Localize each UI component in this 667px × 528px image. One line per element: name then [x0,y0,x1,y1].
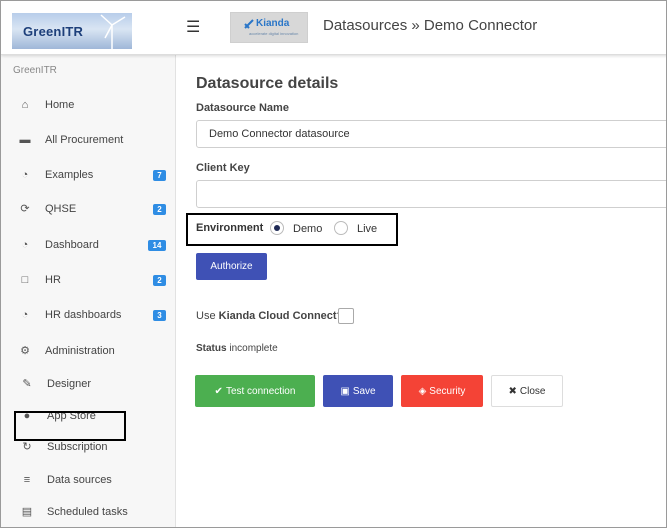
sidebar: GreenITR ⌂ Home ▬ All Procurement ◔ Exam… [1,55,176,527]
cloud-connect-prefix: Use [196,310,219,322]
gauge-icon: ◔ [21,309,29,321]
test-connection-button[interactable]: ✔ Test connection [195,375,315,407]
sidebar-item-label: Home [45,99,75,111]
tasks-icon: ▤ [21,506,33,518]
cart-icon: ▬ [19,134,31,146]
sidebar-item-hr[interactable]: □ HR 2 [1,266,176,296]
security-button[interactable]: ◈ Security [401,375,483,407]
sidebar-item-scheduled-tasks[interactable]: ▤ Scheduled tasks [1,498,176,527]
datasource-name-label: Datasource Name [196,102,289,114]
section-title: Datasource details [196,75,339,92]
database-icon: ≡ [23,474,31,486]
close-icon: ✖ [508,385,517,397]
refresh-icon: ⟳ [20,203,30,215]
highlight-box [14,411,126,441]
sidebar-item-administration[interactable]: ⚙ Administration [1,337,176,367]
sidebar-item-designer[interactable]: ✎ Designer [1,370,176,400]
client-key-label: Client Key [196,162,250,174]
edit-icon: ✎ [22,378,32,390]
gear-icon: ⚙ [20,345,30,357]
clipboard-icon: □ [21,274,29,286]
status-value: incomplete [229,343,278,354]
shield-icon: ◈ [418,385,427,397]
app-window: GreenITR ☰ Kianda accelerate digital inn… [0,0,667,528]
sidebar-item-home[interactable]: ⌂ Home [1,91,176,121]
save-label: Save [352,385,376,397]
environment-label: Environment [196,222,264,234]
main-content: Datasource details Datasource Name Clien… [176,55,666,527]
sidebar-item-label: Subscription [47,441,108,453]
sidebar-item-dashboard[interactable]: ◔ Dashboard 14 [1,231,176,261]
sidebar-item-label: QHSE [45,203,77,215]
kianda-tagline: accelerate digital innovation [249,31,299,36]
menu-icon[interactable]: ☰ [186,17,200,37]
count-badge: 2 [153,204,166,215]
logo-text: GreenITR [23,24,84,39]
env-demo-label: Demo [293,223,323,235]
close-label: Close [519,385,546,397]
datasource-name-input[interactable] [196,120,666,148]
check-icon: ✔ [214,385,223,397]
kianda-name: Kianda [256,18,290,29]
gauge-icon: ◔ [21,169,29,181]
greenitr-logo[interactable]: GreenITR [12,13,132,49]
sidebar-item-label: Administration [45,345,115,357]
close-button[interactable]: ✖ Close [491,375,563,407]
gauge-icon: ◔ [21,239,29,251]
sidebar-item-label: HR [45,274,61,286]
sidebar-title: GreenITR [13,65,57,76]
count-badge: 7 [153,170,166,181]
sidebar-item-label: Examples [45,169,94,181]
status-text: Status incomplete [196,343,278,354]
top-bar: GreenITR ☰ Kianda accelerate digital inn… [1,1,666,55]
sidebar-item-label: Designer [47,378,92,390]
count-badge: 14 [148,240,166,251]
security-label: Security [429,385,466,397]
wind-turbine-icon [100,14,126,49]
env-live-label: Live [357,223,378,235]
env-live-radio[interactable] [334,221,348,235]
floppy-icon: ▣ [340,385,350,397]
sidebar-item-label: Data sources [47,474,112,486]
sidebar-item-label: Dashboard [45,239,99,251]
renew-icon: ↻ [22,441,32,453]
kianda-logo: Kianda accelerate digital innovation [230,12,308,43]
count-badge: 3 [153,310,166,321]
cloud-connect-checkbox[interactable] [338,308,354,324]
sidebar-item-qhse[interactable]: ⟳ QHSE 2 [1,195,176,225]
kianda-mark-icon [244,19,254,29]
count-badge: 2 [153,275,166,286]
sidebar-item-label: All Procurement [45,134,124,146]
env-demo-radio[interactable] [270,221,284,235]
sidebar-item-hr-dashboards[interactable]: ◔ HR dashboards 3 [1,301,176,331]
page-title: Datasources » Demo Connector [323,17,538,34]
sidebar-item-label: Scheduled tasks [47,506,128,518]
home-icon: ⌂ [21,99,29,111]
sidebar-item-label: HR dashboards [45,309,122,321]
cloud-connect-label: Use Kianda Cloud Connect? [196,310,343,322]
client-key-input[interactable] [196,180,666,208]
test-connection-label: Test connection [225,385,296,397]
sidebar-item-data-sources[interactable]: ≡ Data sources [1,466,176,496]
sidebar-item-examples[interactable]: ◔ Examples 7 [1,161,176,191]
status-label: Status [196,343,227,354]
save-button[interactable]: ▣ Save [323,375,393,407]
cloud-connect-name: Kianda Cloud Connect? [218,310,344,322]
sidebar-item-all-procurement[interactable]: ▬ All Procurement [1,126,176,156]
authorize-button[interactable]: Authorize [196,253,267,280]
